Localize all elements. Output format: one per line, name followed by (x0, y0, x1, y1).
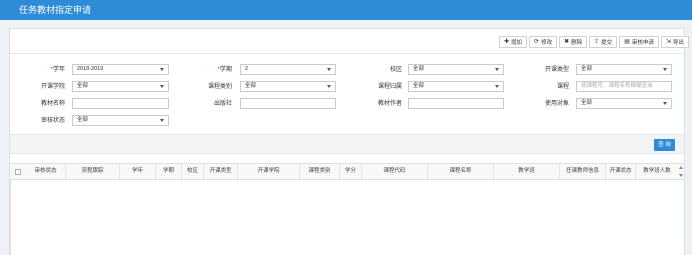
chevron-down-icon (495, 85, 499, 88)
toolbar: ✚ 增加 ⟳ 修改 ✖ 删除 ⇪ 提交 ▤ 审核申请 ⇲ 导出 (499, 36, 689, 48)
col-header[interactable]: 开课学院 (238, 164, 300, 179)
col-header[interactable]: 教学班 (494, 164, 560, 179)
term-select[interactable]: 2 (240, 64, 336, 75)
course-belong-select[interactable]: 全部 (408, 81, 504, 92)
main-panel: ✚ 增加 ⟳ 修改 ✖ 删除 ⇪ 提交 ▤ 审核申请 ⇲ 导出 *学年 2018-2019 … (9, 28, 689, 255)
plus-icon: ✚ (504, 39, 510, 45)
export-icon: ⇲ (665, 39, 671, 45)
data-grid: 审核状态 流程跟踪 学年 学期 校区 开课类型 开课学院 课程类别 学分 课程代… (10, 163, 684, 255)
course-label: 课程 (556, 84, 569, 90)
target-select[interactable]: 全部 (576, 98, 672, 109)
col-header[interactable]: 审核状态 (26, 164, 66, 179)
author-input[interactable] (408, 98, 504, 109)
scrollbar[interactable] (678, 165, 684, 179)
query-button[interactable]: 查 询 (654, 139, 675, 151)
chevron-down-icon (160, 119, 164, 122)
academic-year-select[interactable]: 2018-2019 (72, 64, 169, 75)
col-header[interactable]: 开课状态 (606, 164, 636, 179)
col-header[interactable]: 教学班人数 (636, 164, 678, 179)
scroll-up-icon[interactable] (679, 166, 683, 169)
review-status-label: 审核状态 (40, 118, 65, 124)
add-button[interactable]: ✚ 增加 (499, 36, 528, 48)
college-select[interactable]: 全部 (72, 81, 169, 92)
export-button[interactable]: ⇲ 导出 (660, 36, 689, 48)
chevron-down-icon (663, 68, 667, 71)
term-label: *学期 (217, 67, 232, 73)
title-bar: 任务教材指定申请 (0, 0, 692, 20)
page-title: 任务教材指定申请 (19, 5, 92, 15)
col-header[interactable]: 开课类型 (204, 164, 238, 179)
col-header[interactable]: 校区 (182, 164, 204, 179)
publisher-label: 出版社 (213, 101, 232, 107)
chevron-down-icon (495, 68, 499, 71)
close-icon: ✖ (564, 39, 570, 45)
col-header[interactable]: 课程类别 (300, 164, 340, 179)
course-type-label: 开课类型 (544, 67, 569, 73)
chevron-down-icon (327, 68, 331, 71)
course-search-input[interactable]: 按课程号、课程名称模糊查询 (576, 81, 672, 92)
chevron-down-icon (663, 102, 667, 105)
campus-select[interactable]: 全部 (408, 64, 504, 75)
col-header[interactable]: 任课教师信息 (560, 164, 606, 179)
toolbar-divider (10, 53, 684, 54)
grid-header: 审核状态 流程跟踪 学年 学期 校区 开课类型 开课学院 课程类别 学分 课程代… (10, 164, 684, 180)
college-label: 开课学院 (40, 84, 65, 90)
col-header[interactable]: 学年 (120, 164, 156, 179)
submit-button[interactable]: ⇪ 提交 (589, 36, 618, 48)
author-label: 教材作者 (377, 101, 402, 107)
list-icon: ▤ (624, 39, 630, 45)
course-belong-label: 课程归属 (377, 84, 402, 90)
delete-button[interactable]: ✖ 删除 (559, 36, 588, 48)
academic-year-label: *学年 (50, 67, 65, 73)
col-header[interactable]: 课程名称 (428, 164, 494, 179)
col-header[interactable]: 学期 (156, 164, 182, 179)
course-type-select[interactable]: 全部 (576, 64, 672, 75)
approve-button[interactable]: ▤ 审核申请 (619, 36, 659, 48)
target-label: 使用对象 (544, 101, 569, 107)
chevron-down-icon (160, 68, 164, 71)
textbook-name-input[interactable] (72, 98, 169, 109)
chevron-down-icon (327, 85, 331, 88)
upload-icon: ⇪ (594, 39, 600, 45)
grid-body (10, 180, 684, 255)
query-bar: 查 询 (10, 134, 684, 154)
col-header[interactable]: 学分 (340, 164, 362, 179)
scroll-down-icon[interactable] (679, 174, 683, 177)
publisher-input[interactable] (240, 98, 336, 109)
col-header[interactable]: 课程代码 (362, 164, 428, 179)
edit-icon: ⟳ (534, 39, 540, 45)
course-category-select[interactable]: 全部 (240, 81, 336, 92)
campus-label: 校区 (389, 67, 402, 73)
chevron-down-icon (160, 85, 164, 88)
course-category-label: 课程类别 (207, 84, 232, 90)
select-all-checkbox[interactable] (15, 169, 21, 175)
edit-button[interactable]: ⟳ 修改 (529, 36, 558, 48)
textbook-name-label: 教材名称 (40, 101, 65, 107)
col-header[interactable]: 流程跟踪 (66, 164, 120, 179)
review-status-select[interactable]: 全部 (72, 115, 169, 126)
